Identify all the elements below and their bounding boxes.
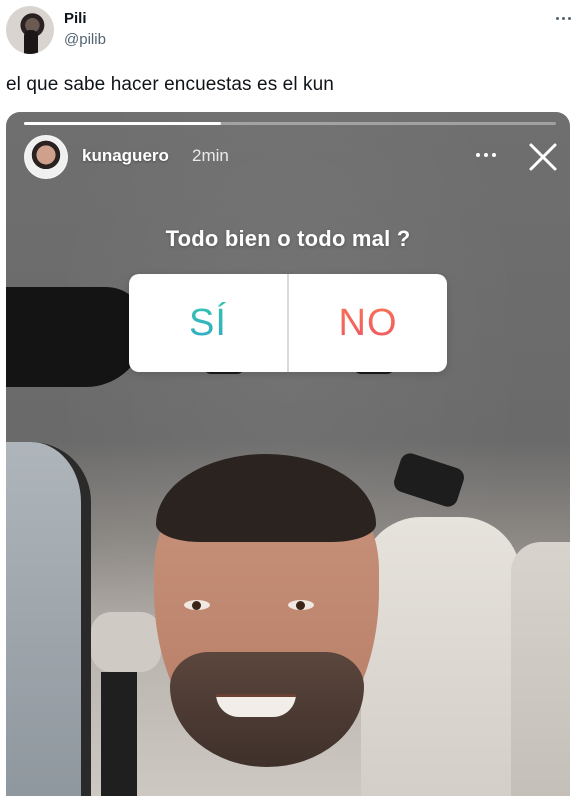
user-avatar[interactable] [6, 6, 54, 54]
story-media[interactable]: kunaguero 2min Todo bien o todo mal ? SÍ… [6, 112, 570, 796]
more-horizontal-icon[interactable] [476, 148, 502, 162]
person-eye-right [288, 600, 314, 610]
poll-sticker: SÍ NO [129, 274, 447, 372]
user-handle[interactable]: @pilib [64, 31, 106, 48]
car-handle [6, 287, 146, 387]
story-progress-fill [24, 122, 221, 125]
tweet-text: el que sabe hacer encuestas es el kun [6, 74, 334, 95]
car-seat-right [511, 542, 570, 796]
headrest [91, 612, 161, 672]
close-icon[interactable] [526, 140, 560, 174]
visor-clip [391, 450, 467, 510]
story-progress-track [24, 122, 556, 125]
story-time: 2min [192, 146, 229, 165]
poll-question: Todo bien o todo mal ? [165, 226, 411, 251]
person-hair [156, 454, 376, 542]
display-name[interactable]: Pili [64, 10, 87, 27]
person-mouth [216, 694, 296, 717]
more-horizontal-icon[interactable] [552, 10, 574, 26]
story-username[interactable]: kunaguero [82, 146, 169, 166]
tweet-header: Pili @pilib [0, 0, 588, 64]
car-seat [361, 517, 521, 796]
car-window [6, 442, 91, 796]
poll-option-yes[interactable]: SÍ [129, 274, 287, 372]
seat-belt [101, 672, 137, 796]
story-avatar[interactable] [24, 135, 68, 179]
poll-option-no[interactable]: NO [289, 274, 447, 372]
person-eye-left [184, 600, 210, 610]
